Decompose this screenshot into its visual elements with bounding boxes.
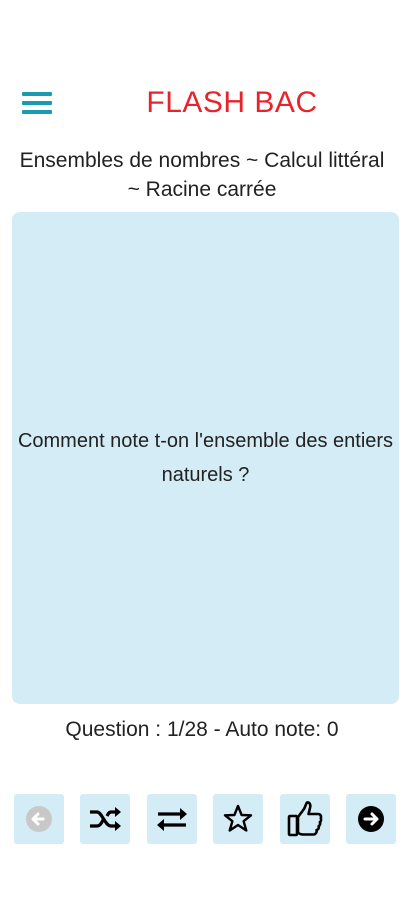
question-status: Question : 1/28 - Auto note: 0 [65, 718, 339, 741]
swap-icon [157, 808, 187, 831]
like-button[interactable] [280, 794, 330, 844]
bottom-toolbar [0, 794, 404, 844]
shuffle-button[interactable] [80, 794, 130, 844]
question-text: Comment note t-on l'ensemble des entiers… [17, 430, 394, 486]
back-arrow-icon [26, 806, 52, 832]
star-icon [223, 804, 253, 832]
previous-button[interactable] [14, 794, 64, 844]
thumbs-up-icon [287, 801, 323, 837]
chapter-subtitle: Ensembles de nombres ~ Calcul littéral ~… [19, 149, 385, 201]
shuffle-icon [90, 807, 121, 831]
swap-button[interactable] [147, 794, 197, 844]
next-arrow-icon [358, 806, 384, 832]
hamburger-menu-icon[interactable] [22, 92, 54, 118]
app-title: FLASH BAC [146, 86, 318, 119]
next-button[interactable] [346, 794, 396, 844]
favorite-button[interactable] [213, 794, 263, 844]
app-header: FLASH BAC [0, 80, 404, 128]
flashcard[interactable]: Comment note t-on l'ensemble des entiers… [12, 212, 399, 704]
